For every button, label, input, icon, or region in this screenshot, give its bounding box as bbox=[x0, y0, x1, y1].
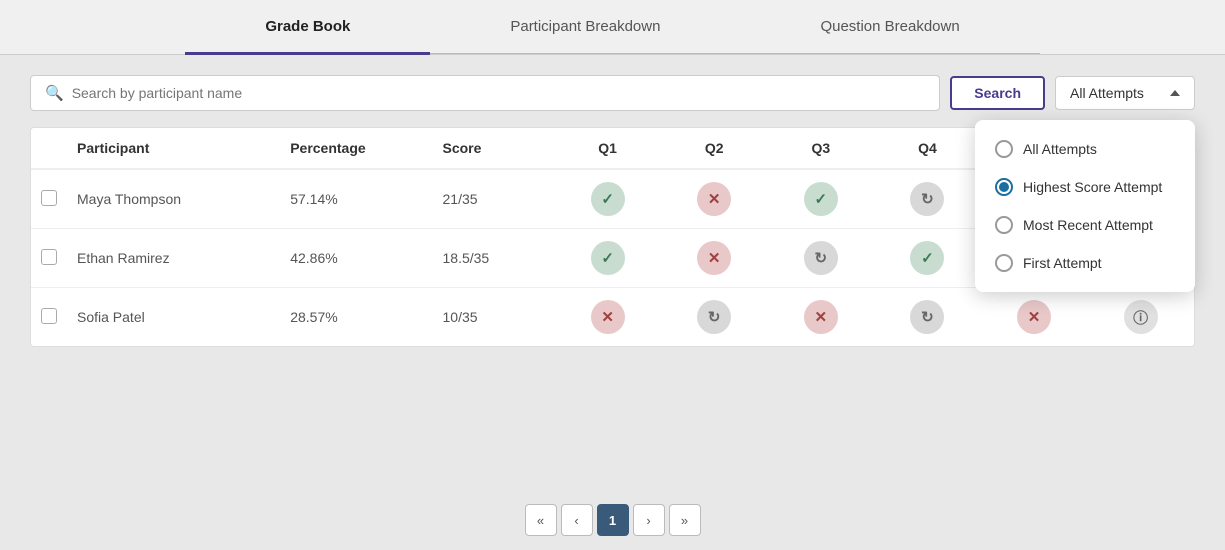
answer-icon-q3: ✕ bbox=[804, 300, 838, 334]
cell-q4-2: ↻ bbox=[874, 288, 981, 347]
search-input[interactable] bbox=[72, 85, 926, 101]
answer-icon-q4: ✓ bbox=[910, 241, 944, 275]
chevron-up-icon bbox=[1170, 90, 1180, 96]
answer-icon-q3: ↻ bbox=[804, 241, 838, 275]
cell-q3-1: ↻ bbox=[768, 229, 875, 288]
cell-q3-0: ✓ bbox=[768, 169, 875, 229]
answer-icon-q6: ⓘ bbox=[1124, 300, 1158, 334]
col-header-q1: Q1 bbox=[554, 128, 661, 169]
col-header-q4: Q4 bbox=[874, 128, 981, 169]
cell-name-2: Sofia Patel bbox=[67, 288, 280, 347]
row-checkbox-2[interactable] bbox=[41, 308, 57, 324]
option-first-attempt[interactable]: First Attempt bbox=[975, 244, 1195, 282]
cell-name-0: Maya Thompson bbox=[67, 169, 280, 229]
answer-icon-q3: ✓ bbox=[804, 182, 838, 216]
table-row: Sofia Patel28.57%10/35 ✕ ↻ ✕ ↻ ✕ ⓘ bbox=[31, 288, 1194, 347]
answer-icon-q2: ↻ bbox=[697, 300, 731, 334]
answer-icon-q5: ✕ bbox=[1017, 300, 1051, 334]
answer-icon-q4: ↻ bbox=[910, 182, 944, 216]
answer-icon-q2: ✕ bbox=[697, 241, 731, 275]
answer-icon-q2: ✕ bbox=[697, 182, 731, 216]
cell-q1-0: ✓ bbox=[554, 169, 661, 229]
option-all-attempts[interactable]: All Attempts bbox=[975, 130, 1195, 168]
pagination: « ‹ 1 › » bbox=[0, 490, 1225, 550]
col-header-participant: Participant bbox=[67, 128, 280, 169]
radio-all-attempts bbox=[995, 140, 1013, 158]
cell-q2-1: ✕ bbox=[661, 229, 768, 288]
answer-icon-q1: ✓ bbox=[591, 182, 625, 216]
cell-q3-2: ✕ bbox=[768, 288, 875, 347]
cell-percentage-2: 28.57% bbox=[280, 288, 432, 347]
row-checkbox-1[interactable] bbox=[41, 249, 57, 265]
cell-q4-0: ↻ bbox=[874, 169, 981, 229]
option-most-recent[interactable]: Most Recent Attempt bbox=[975, 206, 1195, 244]
cell-score-1: 18.5/35 bbox=[433, 229, 555, 288]
search-button[interactable]: Search bbox=[950, 76, 1045, 110]
radio-inner-dot bbox=[999, 182, 1009, 192]
radio-first-attempt bbox=[995, 254, 1013, 272]
cell-q5-2: ✕ bbox=[981, 288, 1088, 347]
attempts-dropdown-button[interactable]: All Attempts bbox=[1055, 76, 1195, 110]
search-icon: 🔍 bbox=[45, 84, 64, 102]
cell-score-2: 10/35 bbox=[433, 288, 555, 347]
tab-question-breakdown[interactable]: Question Breakdown bbox=[740, 0, 1039, 54]
col-header-score: Score bbox=[433, 128, 555, 169]
pagination-last[interactable]: » bbox=[669, 504, 701, 536]
tab-grade-book[interactable]: Grade Book bbox=[185, 0, 430, 54]
answer-icon-q1: ✓ bbox=[591, 241, 625, 275]
col-header-percentage: Percentage bbox=[280, 128, 432, 169]
cell-q1-1: ✓ bbox=[554, 229, 661, 288]
cell-q2-2: ↻ bbox=[661, 288, 768, 347]
search-box: 🔍 bbox=[30, 75, 940, 111]
pagination-next[interactable]: › bbox=[633, 504, 665, 536]
header-checkbox-cell bbox=[31, 128, 67, 169]
cell-score-0: 21/35 bbox=[433, 169, 555, 229]
tabs-bar: Grade Book Participant Breakdown Questio… bbox=[0, 0, 1225, 55]
search-row: 🔍 Search All Attempts All Attempts bbox=[30, 75, 1195, 111]
pagination-first[interactable]: « bbox=[525, 504, 557, 536]
pagination-prev[interactable]: ‹ bbox=[561, 504, 593, 536]
content-area: 🔍 Search All Attempts All Attempts bbox=[0, 55, 1225, 490]
cell-q1-2: ✕ bbox=[554, 288, 661, 347]
cell-percentage-0: 57.14% bbox=[280, 169, 432, 229]
option-highest-score[interactable]: Highest Score Attempt bbox=[975, 168, 1195, 206]
radio-highest-score bbox=[995, 178, 1013, 196]
pagination-page-1[interactable]: 1 bbox=[597, 504, 629, 536]
attempts-dropdown: All Attempts All Attempts Highest Score … bbox=[1055, 76, 1195, 110]
cell-q2-0: ✕ bbox=[661, 169, 768, 229]
answer-icon-q1: ✕ bbox=[591, 300, 625, 334]
row-checkbox-0[interactable] bbox=[41, 190, 57, 206]
cell-q6-2: ⓘ bbox=[1087, 288, 1194, 347]
tab-participant-breakdown[interactable]: Participant Breakdown bbox=[430, 0, 740, 54]
main-container: Grade Book Participant Breakdown Questio… bbox=[0, 0, 1225, 550]
col-header-q2: Q2 bbox=[661, 128, 768, 169]
col-header-q3: Q3 bbox=[768, 128, 875, 169]
cell-q4-1: ✓ bbox=[874, 229, 981, 288]
cell-percentage-1: 42.86% bbox=[280, 229, 432, 288]
attempts-dropdown-panel: All Attempts Highest Score Attempt Most … bbox=[975, 120, 1195, 292]
answer-icon-q4: ↻ bbox=[910, 300, 944, 334]
radio-most-recent bbox=[995, 216, 1013, 234]
cell-name-1: Ethan Ramirez bbox=[67, 229, 280, 288]
